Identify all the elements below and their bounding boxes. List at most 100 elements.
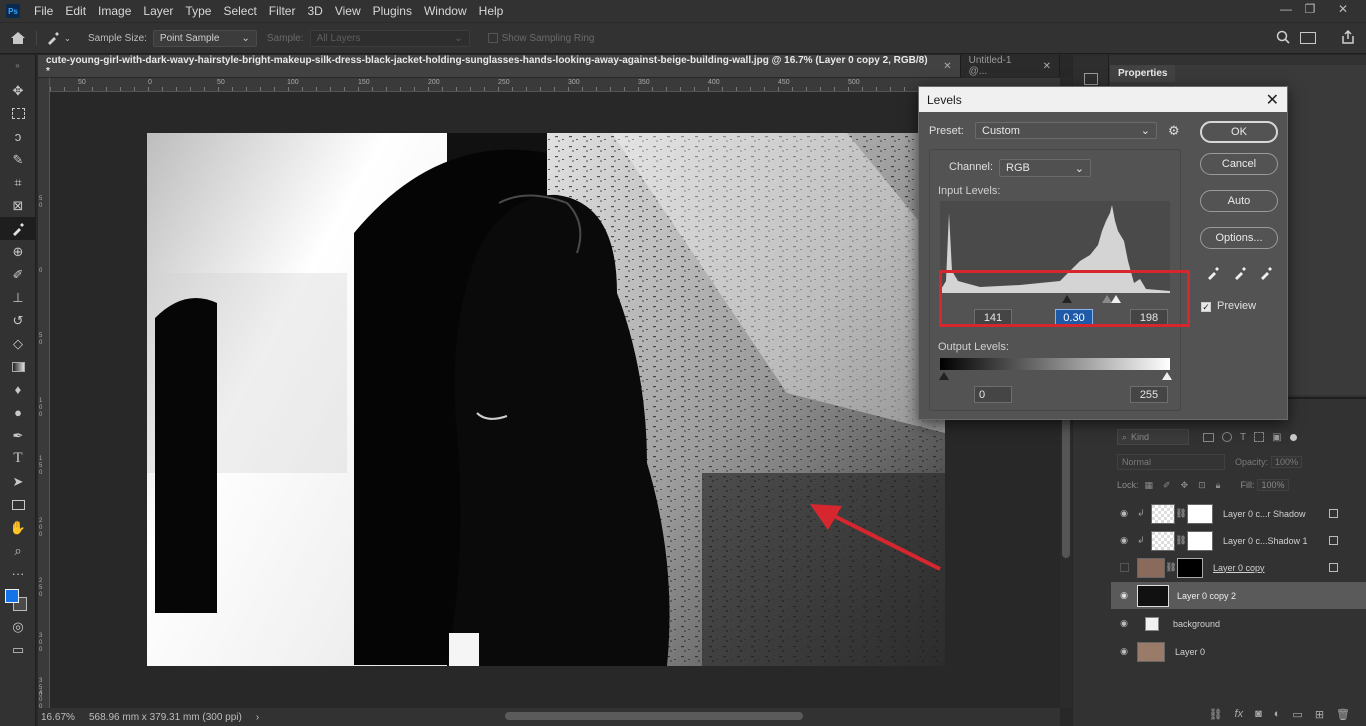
tab-active-document[interactable]: cute-young-girl-with-dark-wavy-hairstyle… bbox=[38, 55, 961, 77]
home-icon[interactable] bbox=[0, 31, 36, 45]
chain-link-icon[interactable]: ⛓︎ bbox=[1175, 535, 1187, 546]
lock-paint-icon[interactable]: ✐ bbox=[1163, 480, 1171, 491]
white-eyedropper-icon[interactable] bbox=[1259, 266, 1273, 283]
chain-link-icon[interactable]: ⛓︎ bbox=[1175, 508, 1187, 519]
layer-row[interactable]: ◉ ↲ ⛓︎ Layer 0 c...Shadow 1 bbox=[1111, 527, 1366, 554]
visibility-eye-icon[interactable]: ◉ bbox=[1111, 590, 1137, 601]
tab-untitled[interactable]: Untitled-1 @... ✕ bbox=[961, 55, 1060, 77]
filter-adjustment-icon[interactable] bbox=[1222, 432, 1232, 442]
layer-row[interactable]: ⛓︎ Layer 0 copy bbox=[1111, 554, 1366, 581]
workspace-icon[interactable] bbox=[1300, 32, 1316, 44]
menu-window[interactable]: Window bbox=[418, 4, 473, 18]
menu-edit[interactable]: Edit bbox=[59, 4, 92, 18]
crop-tool-icon[interactable]: ⌗ bbox=[0, 171, 36, 194]
layer-row-selected[interactable]: ◉ Layer 0 copy 2 bbox=[1111, 582, 1366, 609]
show-ring-checkbox[interactable] bbox=[487, 33, 498, 43]
quick-mask-icon[interactable]: ◎ bbox=[0, 615, 36, 638]
layer-row[interactable]: ◉ background bbox=[1111, 610, 1366, 637]
close-tab-icon[interactable]: ✕ bbox=[943, 61, 951, 72]
gear-icon[interactable]: ⚙︎ bbox=[1168, 123, 1180, 139]
minimize-icon[interactable]: — bbox=[1275, 2, 1297, 18]
more-tools-icon[interactable]: ··· bbox=[0, 562, 36, 585]
horizontal-scrollbar[interactable] bbox=[505, 712, 803, 720]
foreground-color-swatch[interactable] bbox=[5, 589, 19, 603]
close-icon[interactable]: ✕ bbox=[1266, 90, 1279, 110]
history-brush-icon[interactable]: ↺ bbox=[0, 309, 36, 332]
menu-help[interactable]: Help bbox=[473, 4, 510, 18]
move-tool-icon[interactable]: ✥ bbox=[0, 79, 36, 102]
color-swatches[interactable] bbox=[0, 585, 35, 615]
restore-icon[interactable]: ❐ bbox=[1299, 2, 1321, 18]
menu-file[interactable]: File bbox=[28, 4, 59, 18]
menu-image[interactable]: Image bbox=[92, 4, 137, 18]
preview-checkbox[interactable]: ✓ bbox=[1201, 302, 1211, 312]
quick-select-tool-icon[interactable]: ✎ bbox=[0, 148, 36, 171]
layer-row[interactable]: ◉ ↲ ⛓︎ Layer 0 c...r Shadow bbox=[1111, 500, 1366, 527]
chain-link-icon[interactable]: ⛓︎ bbox=[1165, 562, 1177, 573]
gradient-tool-icon[interactable] bbox=[0, 355, 36, 378]
layer-row[interactable]: ◉ Layer 0 bbox=[1111, 638, 1366, 665]
lock-artboard-icon[interactable]: ⊡ bbox=[1198, 480, 1206, 491]
adjustment-layer-icon[interactable]: ◐ bbox=[1274, 708, 1281, 720]
dialog-titlebar[interactable]: Levels ✕ bbox=[919, 87, 1287, 112]
filter-pixel-icon[interactable] bbox=[1203, 432, 1214, 442]
output-white-slider[interactable] bbox=[1162, 372, 1172, 380]
rectangle-tool-icon[interactable] bbox=[0, 493, 36, 516]
options-button[interactable]: Options... bbox=[1200, 227, 1278, 249]
close-tab-icon[interactable]: ✕ bbox=[1043, 61, 1051, 72]
sample-select[interactable]: All Layers ⌄ bbox=[309, 29, 470, 47]
channel-select[interactable]: RGB ⌄ bbox=[999, 159, 1091, 177]
brush-tool-icon[interactable]: ✐ bbox=[0, 263, 36, 286]
new-layer-icon[interactable]: ⊞ bbox=[1315, 708, 1324, 721]
visibility-eye-icon[interactable]: ◉ bbox=[1111, 618, 1137, 629]
marquee-tool-icon[interactable] bbox=[0, 102, 36, 125]
blur-tool-icon[interactable]: ♦ bbox=[0, 378, 36, 401]
frame-tool-icon[interactable]: ⊠ bbox=[0, 194, 36, 217]
delete-layer-icon[interactable]: 🗑︎ bbox=[1336, 708, 1350, 721]
visibility-empty[interactable] bbox=[1111, 563, 1137, 572]
filter-type-icon[interactable]: T bbox=[1240, 432, 1246, 443]
gray-eyedropper-icon[interactable] bbox=[1233, 266, 1247, 283]
menu-plugins[interactable]: Plugins bbox=[367, 4, 418, 18]
hand-tool-icon[interactable]: ✋ bbox=[0, 516, 36, 539]
history-panel-icon[interactable] bbox=[1083, 73, 1098, 85]
tab-properties[interactable]: Properties bbox=[1110, 65, 1176, 82]
menu-select[interactable]: Select bbox=[217, 4, 262, 18]
lasso-tool-icon[interactable]: ↄ bbox=[0, 125, 36, 148]
visibility-eye-icon[interactable]: ◉ bbox=[1111, 508, 1137, 519]
menu-layer[interactable]: Layer bbox=[137, 4, 179, 18]
menu-type[interactable]: Type bbox=[179, 4, 217, 18]
stamp-tool-icon[interactable]: ⊥ bbox=[0, 286, 36, 309]
dodge-tool-icon[interactable]: ● bbox=[0, 401, 36, 424]
eraser-tool-icon[interactable]: ◇ bbox=[0, 332, 36, 355]
filter-toggle-icon[interactable] bbox=[1289, 433, 1297, 441]
new-group-icon[interactable]: ▭ bbox=[1292, 708, 1302, 721]
menu-filter[interactable]: Filter bbox=[263, 4, 302, 18]
visibility-eye-icon[interactable]: ◉ bbox=[1111, 646, 1137, 657]
document-image[interactable] bbox=[147, 133, 945, 666]
eyedropper-tool-icon[interactable] bbox=[0, 217, 36, 240]
blend-mode-select[interactable]: Normal bbox=[1117, 454, 1225, 470]
pen-tool-icon[interactable]: ✒ bbox=[0, 424, 36, 447]
type-tool-icon[interactable]: T bbox=[0, 447, 36, 470]
menu-view[interactable]: View bbox=[329, 4, 367, 18]
ok-button[interactable]: OK bbox=[1200, 121, 1278, 143]
share-icon[interactable] bbox=[1340, 29, 1356, 48]
document-size[interactable]: 568.96 mm x 379.31 mm (300 ppi) bbox=[89, 712, 242, 723]
lock-pixels-icon[interactable]: ▦ bbox=[1145, 480, 1154, 491]
zoom-level[interactable]: 16.67% bbox=[41, 712, 87, 723]
healing-tool-icon[interactable]: ⊕ bbox=[0, 240, 36, 263]
visibility-eye-icon[interactable]: ◉ bbox=[1111, 535, 1137, 546]
lock-all-icon[interactable]: 🔒︎ bbox=[1216, 480, 1221, 491]
zoom-tool-icon[interactable]: ⌕ bbox=[0, 539, 36, 562]
screen-mode-icon[interactable]: ▭ bbox=[0, 638, 36, 661]
sample-size-select[interactable]: Point Sample ⌄ bbox=[152, 29, 257, 47]
link-layers-icon[interactable]: ⛓︎ bbox=[1209, 708, 1223, 721]
output-white-field[interactable]: 255 bbox=[1130, 386, 1168, 403]
cancel-button[interactable]: Cancel bbox=[1200, 153, 1278, 175]
lock-move-icon[interactable]: ✥ bbox=[1181, 480, 1189, 491]
collapse-icon[interactable]: » bbox=[0, 55, 35, 79]
kind-filter[interactable]: ⌕ Kind bbox=[1117, 429, 1189, 445]
add-mask-icon[interactable]: ◙ bbox=[1255, 708, 1262, 720]
output-black-slider[interactable] bbox=[939, 372, 949, 380]
